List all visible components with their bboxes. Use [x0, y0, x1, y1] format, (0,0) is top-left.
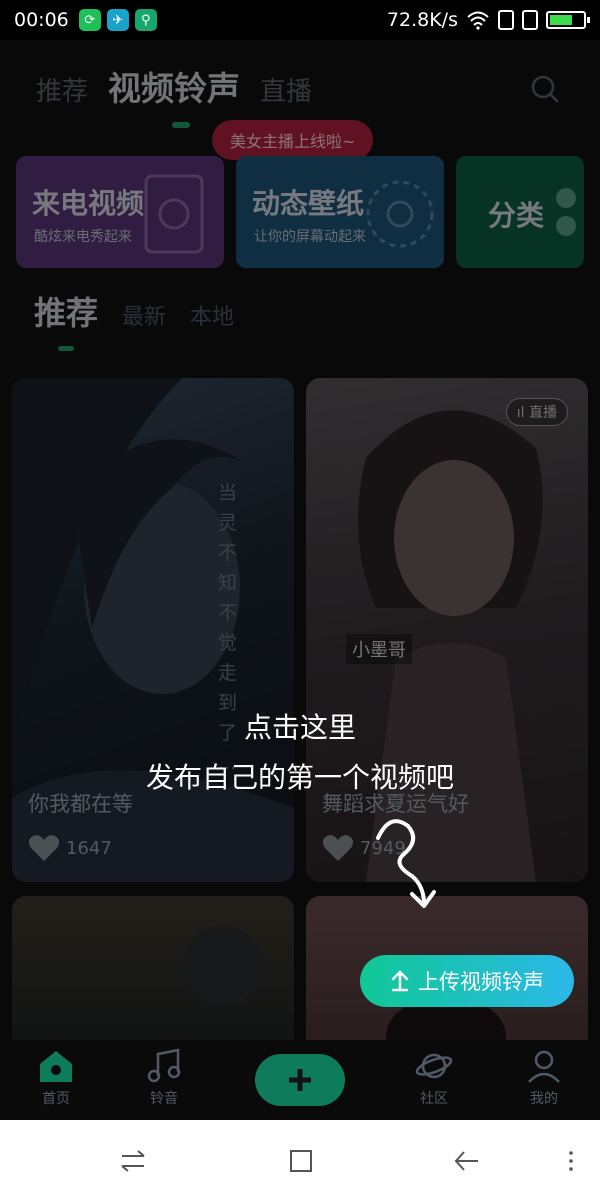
upload-label: 上传视频铃声: [418, 970, 544, 994]
card-subtitle: 让你的屏幕动起来: [254, 229, 366, 245]
planet-icon: [415, 1053, 453, 1079]
card-title: 分类: [488, 199, 545, 232]
wifi-icon: [467, 11, 489, 30]
net-speed: 72.8K/s: [386, 9, 458, 31]
battery-icon: [546, 11, 590, 29]
phone-icon: [144, 174, 204, 254]
menu-icon[interactable]: [556, 1146, 586, 1176]
subtab-local[interactable]: 本地: [190, 299, 234, 331]
app-notification-icon-2: ✈: [106, 9, 129, 31]
card-subtitle: 酷炫来电秀起来: [34, 229, 132, 245]
home-icon: [40, 1051, 72, 1082]
video-thumbnail: [182, 926, 262, 1006]
app-notification-icon: ⟳: [78, 9, 101, 31]
nav-home[interactable]: 首页: [16, 1048, 96, 1108]
guide-text-line2: 发布自己的第一个视频吧: [145, 761, 454, 794]
like-count[interactable]: 1647: [28, 834, 112, 862]
music-note-icon: [147, 1048, 181, 1083]
guide-arrow-icon: [376, 819, 436, 908]
bottom-nav: 首页 铃音 社区 我的: [0, 1040, 600, 1120]
heart-icon: [322, 835, 354, 861]
card-title: 动态壁纸: [252, 187, 365, 220]
category-icon: [556, 188, 576, 236]
system-nav-bar: [0, 1120, 600, 1200]
live-icon: ıl: [516, 405, 525, 421]
person-icon: [528, 1050, 560, 1083]
upload-video-ringtone-button[interactable]: 上传视频铃声: [360, 955, 574, 1007]
subtab-recommend[interactable]: 推荐: [34, 288, 98, 334]
usb-icon: ⚲: [134, 9, 157, 31]
plus-icon: [289, 1069, 311, 1091]
live-badge: ıl 直播: [505, 398, 568, 426]
subtab-latest[interactable]: 最新: [122, 299, 166, 331]
watermark: 小墨哥: [346, 634, 412, 664]
add-button[interactable]: [255, 1054, 345, 1106]
nav-profile[interactable]: 我的: [504, 1048, 584, 1108]
video-card[interactable]: 当 灵 不 知 不 觉 走 到 了 ... 你我都在等 1647: [12, 378, 294, 882]
nav-community[interactable]: 社区: [394, 1048, 474, 1108]
promo-pill[interactable]: 美女主播上线啦~: [212, 120, 374, 160]
tab-recommend[interactable]: 推荐: [36, 71, 88, 108]
upload-icon: [391, 970, 409, 992]
card-title: 来电视频: [32, 187, 145, 220]
card-live-wallpaper[interactable]: 动态壁纸 让你的屏幕动起来: [236, 156, 444, 268]
heart-icon: [28, 835, 60, 861]
wallpaper-icon: [366, 180, 434, 248]
home-square-icon[interactable]: [286, 1146, 316, 1176]
switch-apps-icon[interactable]: [118, 1146, 148, 1176]
nav-ringtone[interactable]: 铃音: [124, 1048, 204, 1108]
status-bar: 00:06 ⟳ ✈ ⚲ 72.8K/s: [0, 0, 600, 40]
card-call-video[interactable]: 来电视频 酷炫来电秀起来: [16, 156, 224, 268]
like-number: 1647: [66, 837, 112, 859]
back-icon[interactable]: [452, 1146, 482, 1176]
search-icon[interactable]: [530, 74, 560, 104]
tab-video-ringtone[interactable]: 视频铃声: [108, 62, 240, 110]
sim-icon: [498, 10, 514, 30]
card-category[interactable]: 分类: [456, 156, 584, 268]
sim-icon-2: [522, 10, 538, 30]
subtab-indicator: [58, 346, 74, 351]
status-time: 00:06: [14, 9, 69, 31]
sub-tabs: 推荐 最新 本地: [34, 288, 234, 334]
top-tabs: 推荐 视频铃声 直播: [36, 62, 312, 122]
active-tab-indicator: [172, 122, 190, 128]
guide-text-line1: 点击这里: [243, 711, 356, 744]
video-card[interactable]: [12, 896, 294, 1056]
tab-live[interactable]: 直播: [260, 71, 312, 108]
